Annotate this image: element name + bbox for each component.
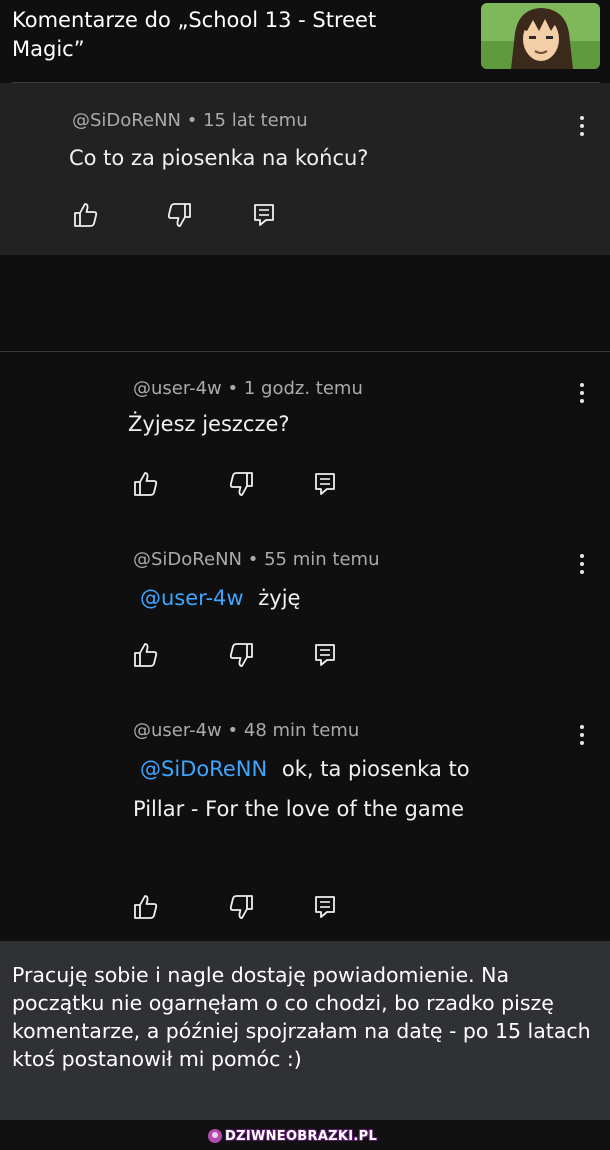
title-line-1: Komentarze do „School 13 - Street <box>12 8 377 32</box>
comment-author[interactable]: @user-4w <box>133 720 222 741</box>
more-vert-icon[interactable] <box>574 113 590 139</box>
title-line-2: Magic” <box>12 37 85 61</box>
more-vert-icon[interactable] <box>574 722 590 748</box>
dislike-icon[interactable] <box>226 640 256 670</box>
comment-text: @SiDoReNN ok, ta piosenka to <box>140 757 470 781</box>
comment-text-line-2: Pillar - For the love of the game <box>133 797 465 821</box>
watermark-logo-icon <box>208 1129 222 1143</box>
more-vert-icon[interactable] <box>574 551 590 577</box>
meta-separator: • <box>227 378 239 399</box>
replies-divider <box>0 351 610 352</box>
dislike-icon[interactable] <box>226 469 256 499</box>
dislike-icon[interactable] <box>226 892 256 922</box>
comments-header: Komentarze do „School 13 - Street Magic” <box>0 0 610 82</box>
video-thumbnail[interactable] <box>481 3 600 69</box>
like-icon[interactable] <box>131 640 161 670</box>
comment-author[interactable]: @user-4w <box>133 378 222 399</box>
original-comment: @SiDoReNN • 15 lat temu Co to za piosenk… <box>0 83 610 255</box>
like-icon[interactable] <box>131 469 161 499</box>
reply-icon[interactable] <box>310 640 340 670</box>
site-watermark: DZIWNEOBRAZKI.PL <box>208 1127 377 1145</box>
comment-text: @user-4w żyję <box>140 586 300 610</box>
meta-separator: • <box>247 549 259 570</box>
anime-character-thumbnail-icon <box>481 3 600 69</box>
comment-time[interactable]: 15 lat temu <box>203 110 308 131</box>
comment-meta: @SiDoReNN • 15 lat temu <box>72 110 308 131</box>
meta-separator: • <box>227 720 239 741</box>
comment-body: żyję <box>258 586 301 610</box>
meta-separator: • <box>186 110 198 131</box>
comment-time[interactable]: 48 min temu <box>244 720 359 741</box>
comment-author[interactable]: @SiDoReNN <box>133 549 242 570</box>
reply-icon[interactable] <box>310 469 340 499</box>
footer-bar: DZIWNEOBRAZKI.PL <box>0 1120 610 1150</box>
more-vert-icon[interactable] <box>574 380 590 406</box>
comment-meta: @SiDoReNN • 55 min temu <box>133 549 379 570</box>
comment-meta: @user-4w • 1 godz. temu <box>133 378 363 399</box>
comment-time[interactable]: 1 godz. temu <box>244 378 363 399</box>
page-title: Komentarze do „School 13 - Street Magic” <box>12 6 432 64</box>
comment-text: Co to za piosenka na końcu? <box>69 146 369 170</box>
reply-icon[interactable] <box>310 892 340 922</box>
comment-time[interactable]: 55 min temu <box>264 549 379 570</box>
reply-icon[interactable] <box>249 200 279 230</box>
caption-box: Pracuję sobie i nagle dostaję powiadomie… <box>0 941 610 1120</box>
comment-text: Żyjesz jeszcze? <box>128 412 290 436</box>
mention-link[interactable]: @user-4w <box>140 586 244 610</box>
like-icon[interactable] <box>71 200 101 230</box>
section-gap <box>0 255 610 351</box>
like-icon[interactable] <box>131 892 161 922</box>
watermark-text: DZIWNEOBRAZKI.PL <box>225 1128 378 1144</box>
comment-body: ok, ta piosenka to <box>281 757 470 781</box>
caption-text: Pracuję sobie i nagle dostaję powiadomie… <box>12 963 591 1071</box>
mention-link[interactable]: @SiDoReNN <box>140 757 267 781</box>
comment-author[interactable]: @SiDoReNN <box>72 110 181 131</box>
comment-meta: @user-4w • 48 min temu <box>133 720 359 741</box>
dislike-icon[interactable] <box>164 200 194 230</box>
